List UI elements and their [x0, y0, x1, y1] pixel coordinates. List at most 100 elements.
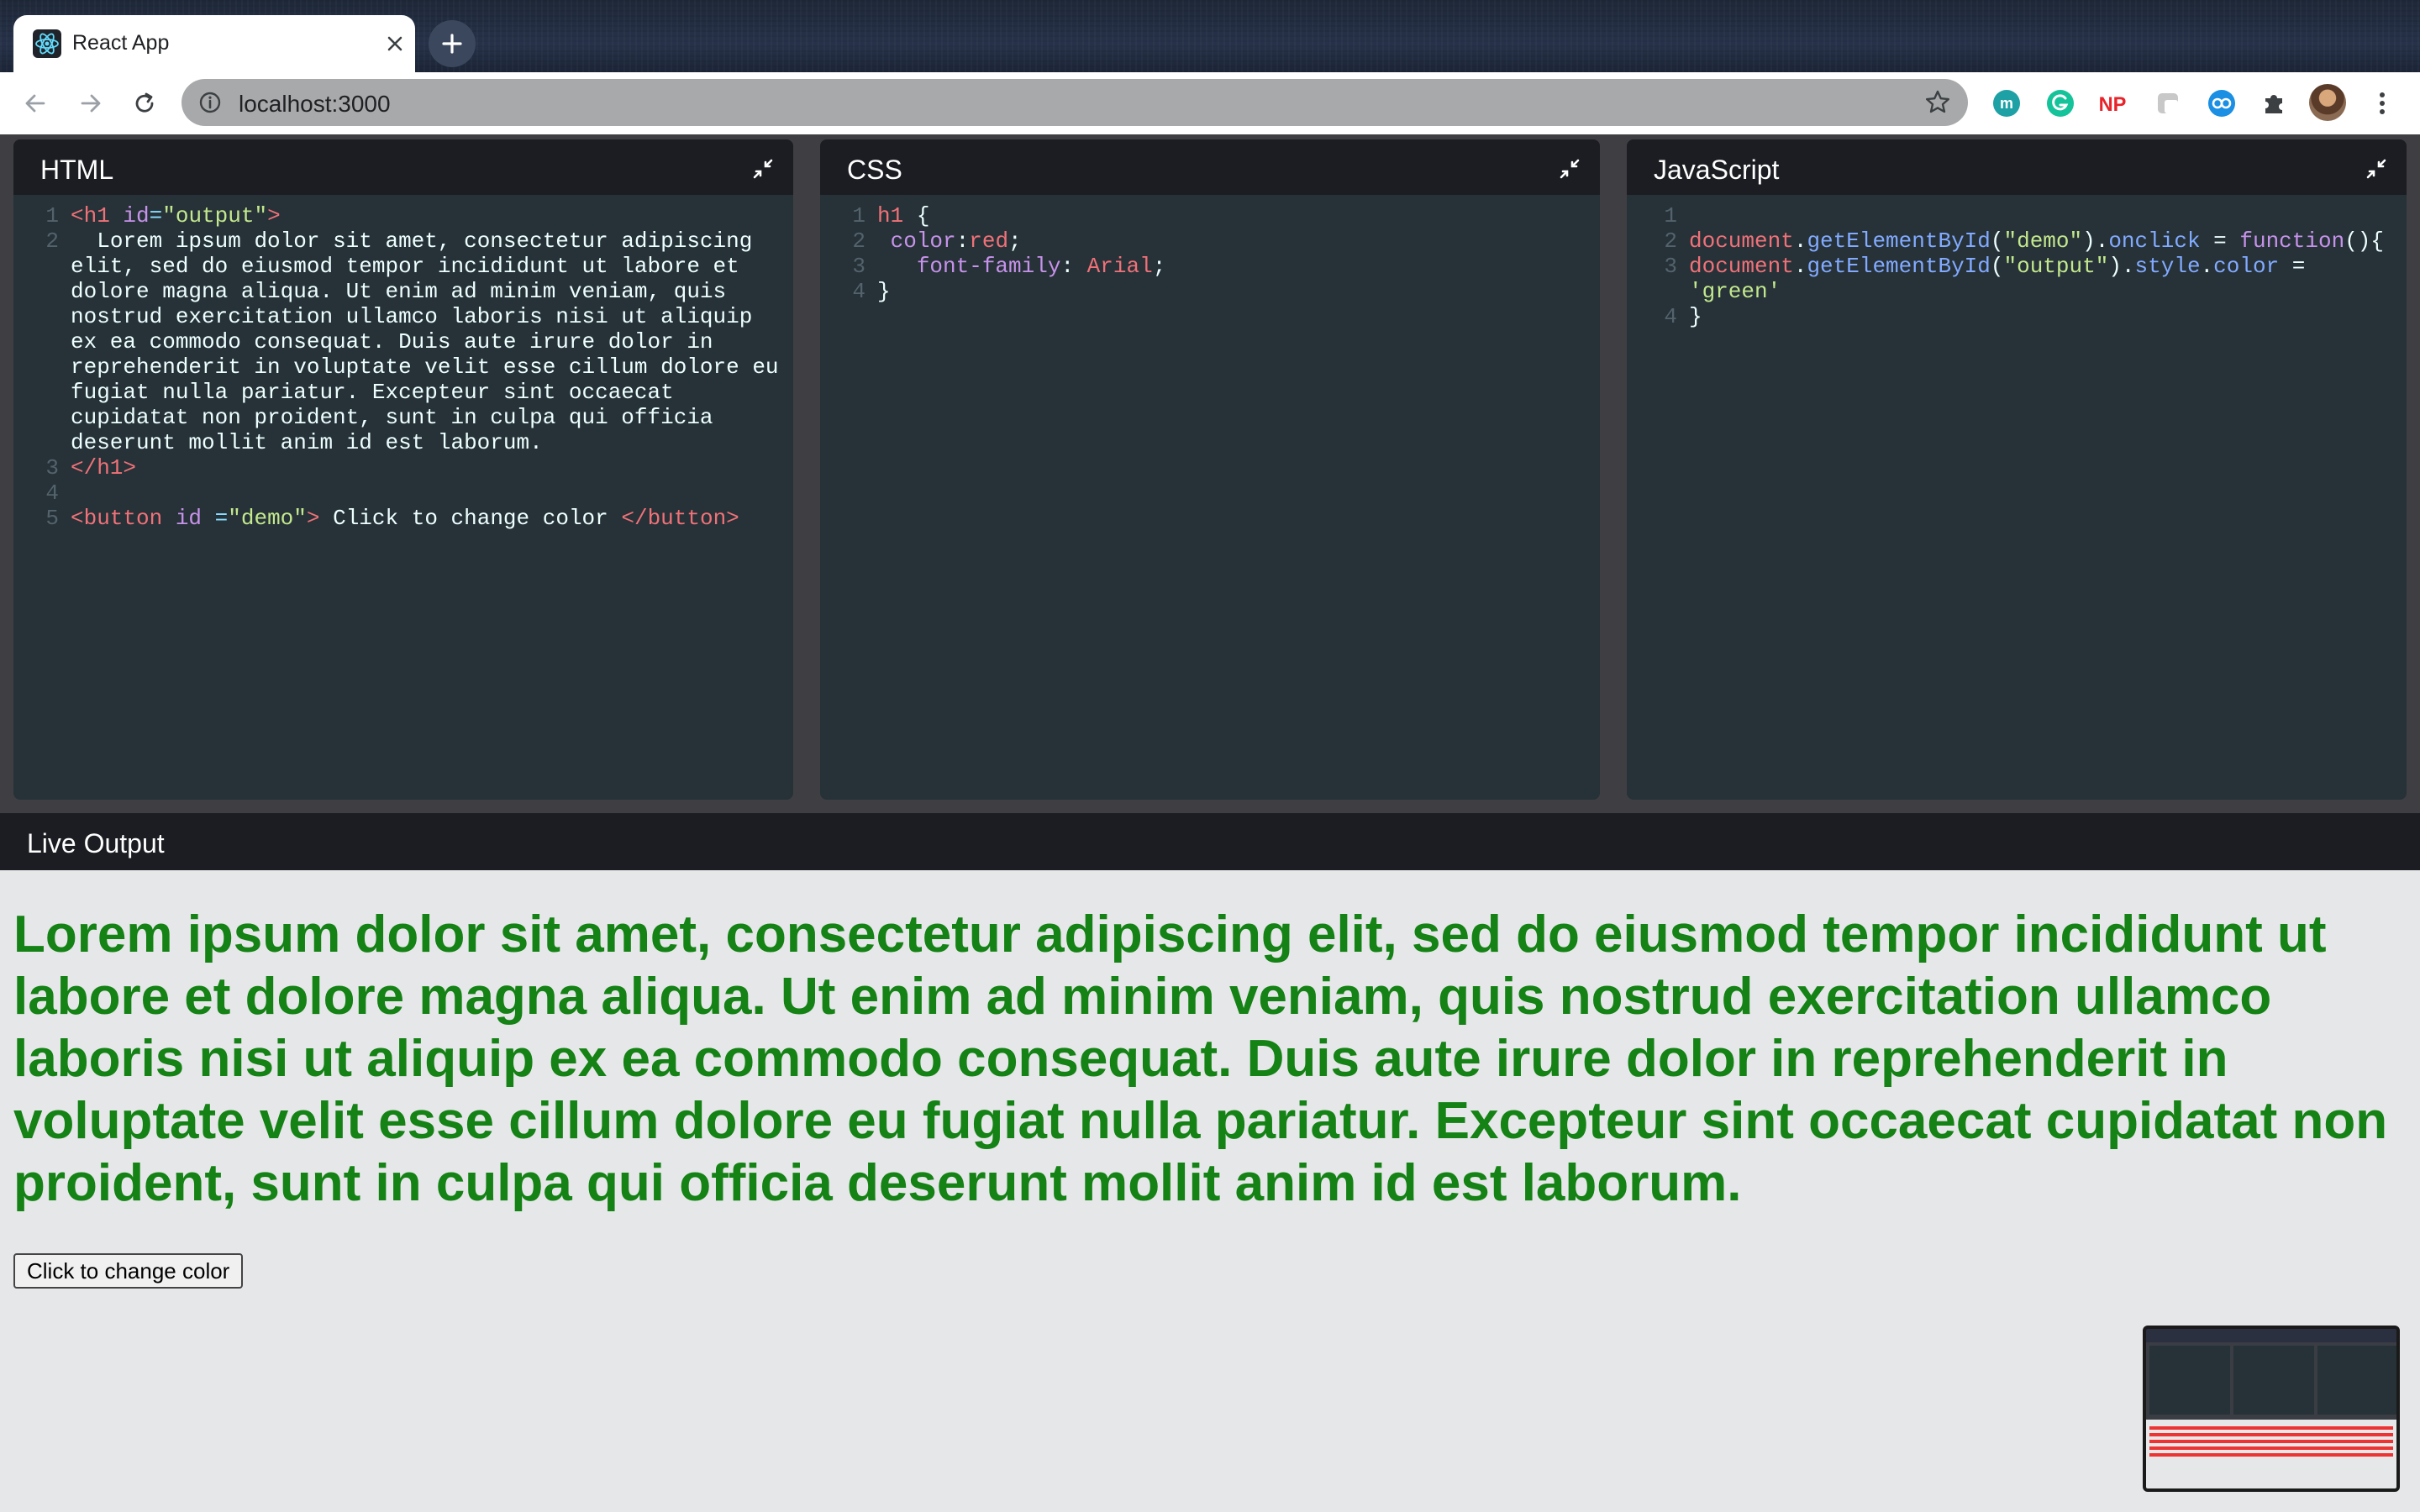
js-pane-title: JavaScript [1654, 155, 1780, 185]
grammarly-icon[interactable] [2044, 87, 2077, 120]
code-token: <h1 [71, 203, 124, 228]
code-token: : [955, 228, 970, 254]
html-code-editor[interactable]: 1 <h1 id="output"> 2 Lorem ipsum dolor sit… [13, 203, 793, 791]
code-token: = [2279, 254, 2318, 279]
html-editor-pane: HTML 1 <h1 id="output"> 2 Lorem ipsum dolo… [13, 139, 793, 800]
code-token: Lorem ipsum dolor sit amet, consectetur … [71, 228, 792, 455]
line-number: 1 [1664, 203, 1677, 228]
close-tab-icon[interactable] [380, 29, 410, 59]
code-line: 2 color:red; [820, 228, 1600, 254]
new-tab-button[interactable] [429, 20, 476, 67]
code-token: h1 [877, 203, 904, 228]
code-token: font-family [916, 254, 1061, 279]
code-token: : [1060, 254, 1087, 279]
code-token: id [175, 506, 203, 531]
browser-tab-active[interactable]: React App [13, 15, 415, 72]
change-color-button[interactable]: Click to change color [13, 1253, 244, 1289]
code-token: getElementById [1807, 228, 1991, 254]
code-text: Lorem ipsum dolor sit amet, consectetur … [71, 228, 793, 455]
reload-icon[interactable] [129, 88, 160, 118]
np-extension-label: NP [2099, 94, 2127, 116]
line-number: 4 [1664, 304, 1677, 329]
js-pane-header: JavaScript [1627, 139, 2407, 195]
code-line: 1 h1 { [820, 203, 1600, 228]
line-number: 2 [45, 228, 59, 254]
code-token: = [202, 506, 229, 531]
css-editor-pane: CSS 1 h1 {2 color:red; 3 font-family: Aria… [820, 139, 1600, 800]
output-heading: Lorem ipsum dolor sit amet, consectetur … [13, 906, 2388, 1212]
line-number: 3 [852, 254, 865, 279]
co-extension-icon[interactable] [2205, 87, 2238, 120]
line-number: 3 [1664, 254, 1677, 279]
code-token: function [2239, 228, 2345, 254]
line-number: 2 [852, 228, 865, 254]
collapse-icon[interactable] [1558, 157, 1581, 181]
code-token: color [890, 228, 956, 254]
code-token: > [306, 506, 320, 531]
code-token: red [969, 228, 1009, 254]
code-text: <button id ="demo"> Click to change colo… [71, 506, 793, 531]
m-extension-label: m [2000, 95, 2013, 112]
line-number: 1 [852, 203, 865, 228]
code-token: (){ [2344, 228, 2384, 254]
code-token: Click to change color [319, 506, 622, 531]
code-token: . [1793, 254, 1807, 279]
thumbnail-pane [2233, 1346, 2314, 1415]
code-text: } [877, 279, 1600, 304]
code-token: Arial [1086, 254, 1153, 279]
code-text: color:red; [877, 228, 1600, 254]
line-number: 4 [45, 480, 59, 506]
code-token: document [1689, 254, 1794, 279]
site-info-icon[interactable] [197, 89, 224, 116]
code-token: = [2200, 228, 2240, 254]
code-token: document [1689, 228, 1794, 254]
back-arrow-icon[interactable] [20, 88, 50, 118]
code-line: 2 document.getElementById("demo").onclick… [1627, 228, 2407, 254]
code-token: <button [71, 506, 176, 531]
screenshot-thumbnail[interactable] [2143, 1326, 2400, 1492]
code-token: ( [1990, 228, 2004, 254]
code-token: = [149, 203, 163, 228]
code-token: 'green' [1689, 279, 1781, 304]
code-line: 2 Lorem ipsum dolor sit amet, consectetu… [13, 228, 793, 455]
collapse-icon[interactable] [751, 157, 775, 181]
address-bar[interactable]: localhost:3000 [182, 79, 1968, 126]
code-token: } [1689, 304, 1702, 329]
css-code-editor[interactable]: 1 h1 {2 color:red; 3 font-family: Arial; 4} [820, 203, 1600, 791]
code-text: } [1689, 304, 2407, 329]
code-token: onclick [2108, 228, 2201, 254]
js-code-editor[interactable]: 1 2 document.getElementById("demo").onclic… [1627, 203, 2407, 791]
html-pane-header: HTML [13, 139, 793, 195]
code-token: </h1> [71, 455, 137, 480]
collapse-icon[interactable] [2365, 157, 2388, 181]
bookmark-star-icon[interactable] [1923, 87, 1953, 118]
line-number: 5 [45, 506, 59, 531]
code-token: "output" [2003, 254, 2109, 279]
code-line: 1 <h1 id="output"> [13, 203, 793, 228]
css-pane-title: CSS [847, 155, 902, 185]
browser-tab-strip: React App [0, 0, 2420, 72]
tab-title: React App [72, 31, 170, 55]
code-token: ( [1990, 254, 2004, 279]
np-extension-icon[interactable]: NP [2096, 87, 2129, 120]
code-text: </h1> [71, 455, 793, 480]
paint-extension-icon[interactable] [2151, 87, 2185, 120]
code-text: font-family: Arial; [877, 254, 1600, 279]
thumbnail-toolbar [2146, 1329, 2396, 1342]
code-token: </button> [621, 506, 739, 531]
code-token: ; [1152, 254, 1166, 279]
code-token: > [267, 203, 281, 228]
m-extension-icon[interactable]: m [1990, 87, 2023, 120]
forward-arrow-icon[interactable] [76, 88, 106, 118]
thumbnail-editors [2146, 1342, 2396, 1420]
line-number: 3 [45, 455, 59, 480]
code-line: 4} [1627, 304, 2407, 329]
code-text: document.getElementById("demo").onclick … [1689, 228, 2407, 254]
menu-kebab-icon[interactable] [2370, 87, 2395, 120]
code-token: ). [2108, 254, 2135, 279]
plus-icon [442, 34, 462, 54]
puzzle-icon[interactable] [2257, 87, 2291, 120]
profile-avatar[interactable] [2309, 84, 2346, 121]
